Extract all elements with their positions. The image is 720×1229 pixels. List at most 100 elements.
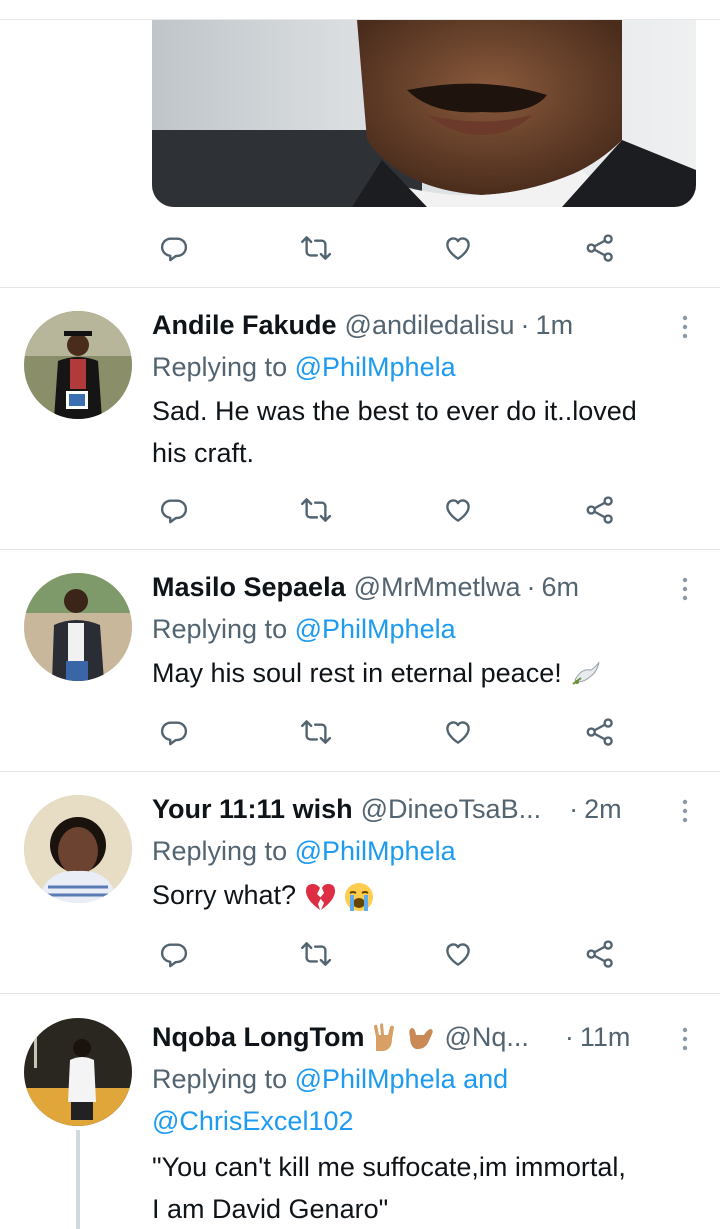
tweet-actions [152,228,622,268]
replying-prefix: Replying to [152,614,288,644]
retweet-button[interactable] [294,712,338,752]
tweet-header: Your 11:11 wish @DineoTsaB... · 2m [152,788,680,830]
display-name[interactable]: Masilo Sepaela [152,572,346,603]
top-divider [0,0,720,20]
replying-to: Replying to @PhilMphela [152,346,456,388]
replying-to: Replying to @PhilMphela and @ChrisExcel1… [152,1058,508,1142]
tweet-text-line: "You can't kill me suffocate,im immortal… [152,1152,626,1182]
avatar[interactable] [24,311,132,419]
display-name[interactable]: Nqoba LongTom [152,1022,364,1053]
reply-icon [159,717,189,747]
call-me-hand-emoji-icon [409,1028,434,1050]
avatar-photo [24,795,132,903]
separator: · [564,1021,574,1052]
tweet-text-line: Sorry what? [152,880,297,910]
avatar[interactable] [24,573,132,681]
retweet-icon [301,495,331,525]
rock-on-hand-emoji-icon [374,1023,395,1051]
like-button[interactable] [436,712,480,752]
reply-button[interactable] [152,934,196,974]
reply-button[interactable] [152,228,196,268]
avatar[interactable] [24,795,132,903]
replying-and[interactable]: and [463,1064,508,1094]
like-button[interactable] [436,934,480,974]
tweet-actions [152,712,622,752]
tweet-actions [152,490,622,530]
tweet-text: Sad. He was the best to ever do it..love… [152,390,702,474]
tweet-text-line: Sad. He was the best to ever do it..love… [152,396,637,426]
reply-icon [159,939,189,969]
avatar[interactable] [24,1018,132,1126]
thread-line [76,1130,80,1229]
user-handle[interactable]: @MrMmetlwa [354,572,521,603]
retweet-icon [301,717,331,747]
avatar-photo [24,311,132,419]
more-options-icon[interactable] [680,314,690,340]
broken-heart-icon [305,883,335,910]
divider [0,549,720,550]
retweet-icon [301,939,331,969]
timestamp[interactable]: 1m [536,310,574,341]
tweet-text-line: I am David Genaro" [152,1194,389,1224]
retweet-button[interactable] [294,490,338,530]
share-button[interactable] [578,934,622,974]
replying-prefix: Replying to [152,836,288,866]
display-name[interactable]: Your 11:11 wish [152,794,353,825]
replying-prefix: Replying to [152,352,288,382]
replying-to: Replying to @PhilMphela [152,608,456,650]
tweet-header: Masilo Sepaela @MrMmetlwa · 6m [152,566,680,608]
more-options-icon[interactable] [680,1026,690,1052]
reply-icon [159,495,189,525]
share-icon [585,939,615,969]
retweet-button[interactable] [294,228,338,268]
tweet-actions [152,934,622,974]
avatar-photo [24,1018,132,1126]
share-button[interactable] [578,228,622,268]
more-options-icon[interactable] [680,576,690,602]
dove-emoji-icon [572,661,600,685]
like-icon [443,717,473,747]
like-icon [443,939,473,969]
separator: · [520,309,530,340]
like-button[interactable] [436,228,480,268]
retweet-button[interactable] [294,934,338,974]
mention-link[interactable]: @ChrisExcel102 [152,1106,354,1136]
share-icon [585,495,615,525]
share-button[interactable] [578,490,622,530]
like-button[interactable] [436,490,480,530]
divider [0,993,720,994]
timestamp[interactable]: 11m [580,1022,631,1053]
mention-link[interactable]: @PhilMphela [295,614,456,644]
tweet-media-image[interactable] [152,20,696,207]
mention-link[interactable]: @PhilMphela [295,352,456,382]
share-icon [585,717,615,747]
like-icon [443,233,473,263]
tweet-text-line: his craft. [152,438,255,468]
user-handle[interactable]: @Nq... [444,1022,528,1053]
mention-link[interactable]: @PhilMphela [295,836,456,866]
user-handle[interactable]: @DineoTsaB... [361,794,541,825]
retweet-icon [301,233,331,263]
replying-prefix: Replying to [152,1064,288,1094]
crying-face-icon [345,882,374,911]
replying-to: Replying to @PhilMphela [152,830,456,872]
tweet-header: Andile Fakude @andiledalisu · 1m [152,304,680,346]
separator: · [569,793,579,824]
more-options-icon[interactable] [680,798,690,824]
reply-button[interactable] [152,712,196,752]
divider [0,287,720,288]
tweet-text: Sorry what? [152,874,702,916]
share-icon [585,233,615,263]
tweet-text: "You can't kill me suffocate,im immortal… [152,1146,702,1229]
user-handle[interactable]: @andiledalisu [345,310,515,341]
tweet-text-line: May his soul rest in eternal peace! [152,658,562,688]
avatar-photo [24,573,132,681]
share-button[interactable] [578,712,622,752]
separator: · [526,571,536,602]
timestamp[interactable]: 2m [584,794,622,825]
display-name[interactable]: Andile Fakude [152,310,337,341]
timestamp[interactable]: 6m [542,572,580,603]
mention-link[interactable]: @PhilMphela [295,1064,456,1094]
tweet-header: Nqoba LongTom @Nq... · 11m [152,1016,680,1058]
reply-button[interactable] [152,490,196,530]
